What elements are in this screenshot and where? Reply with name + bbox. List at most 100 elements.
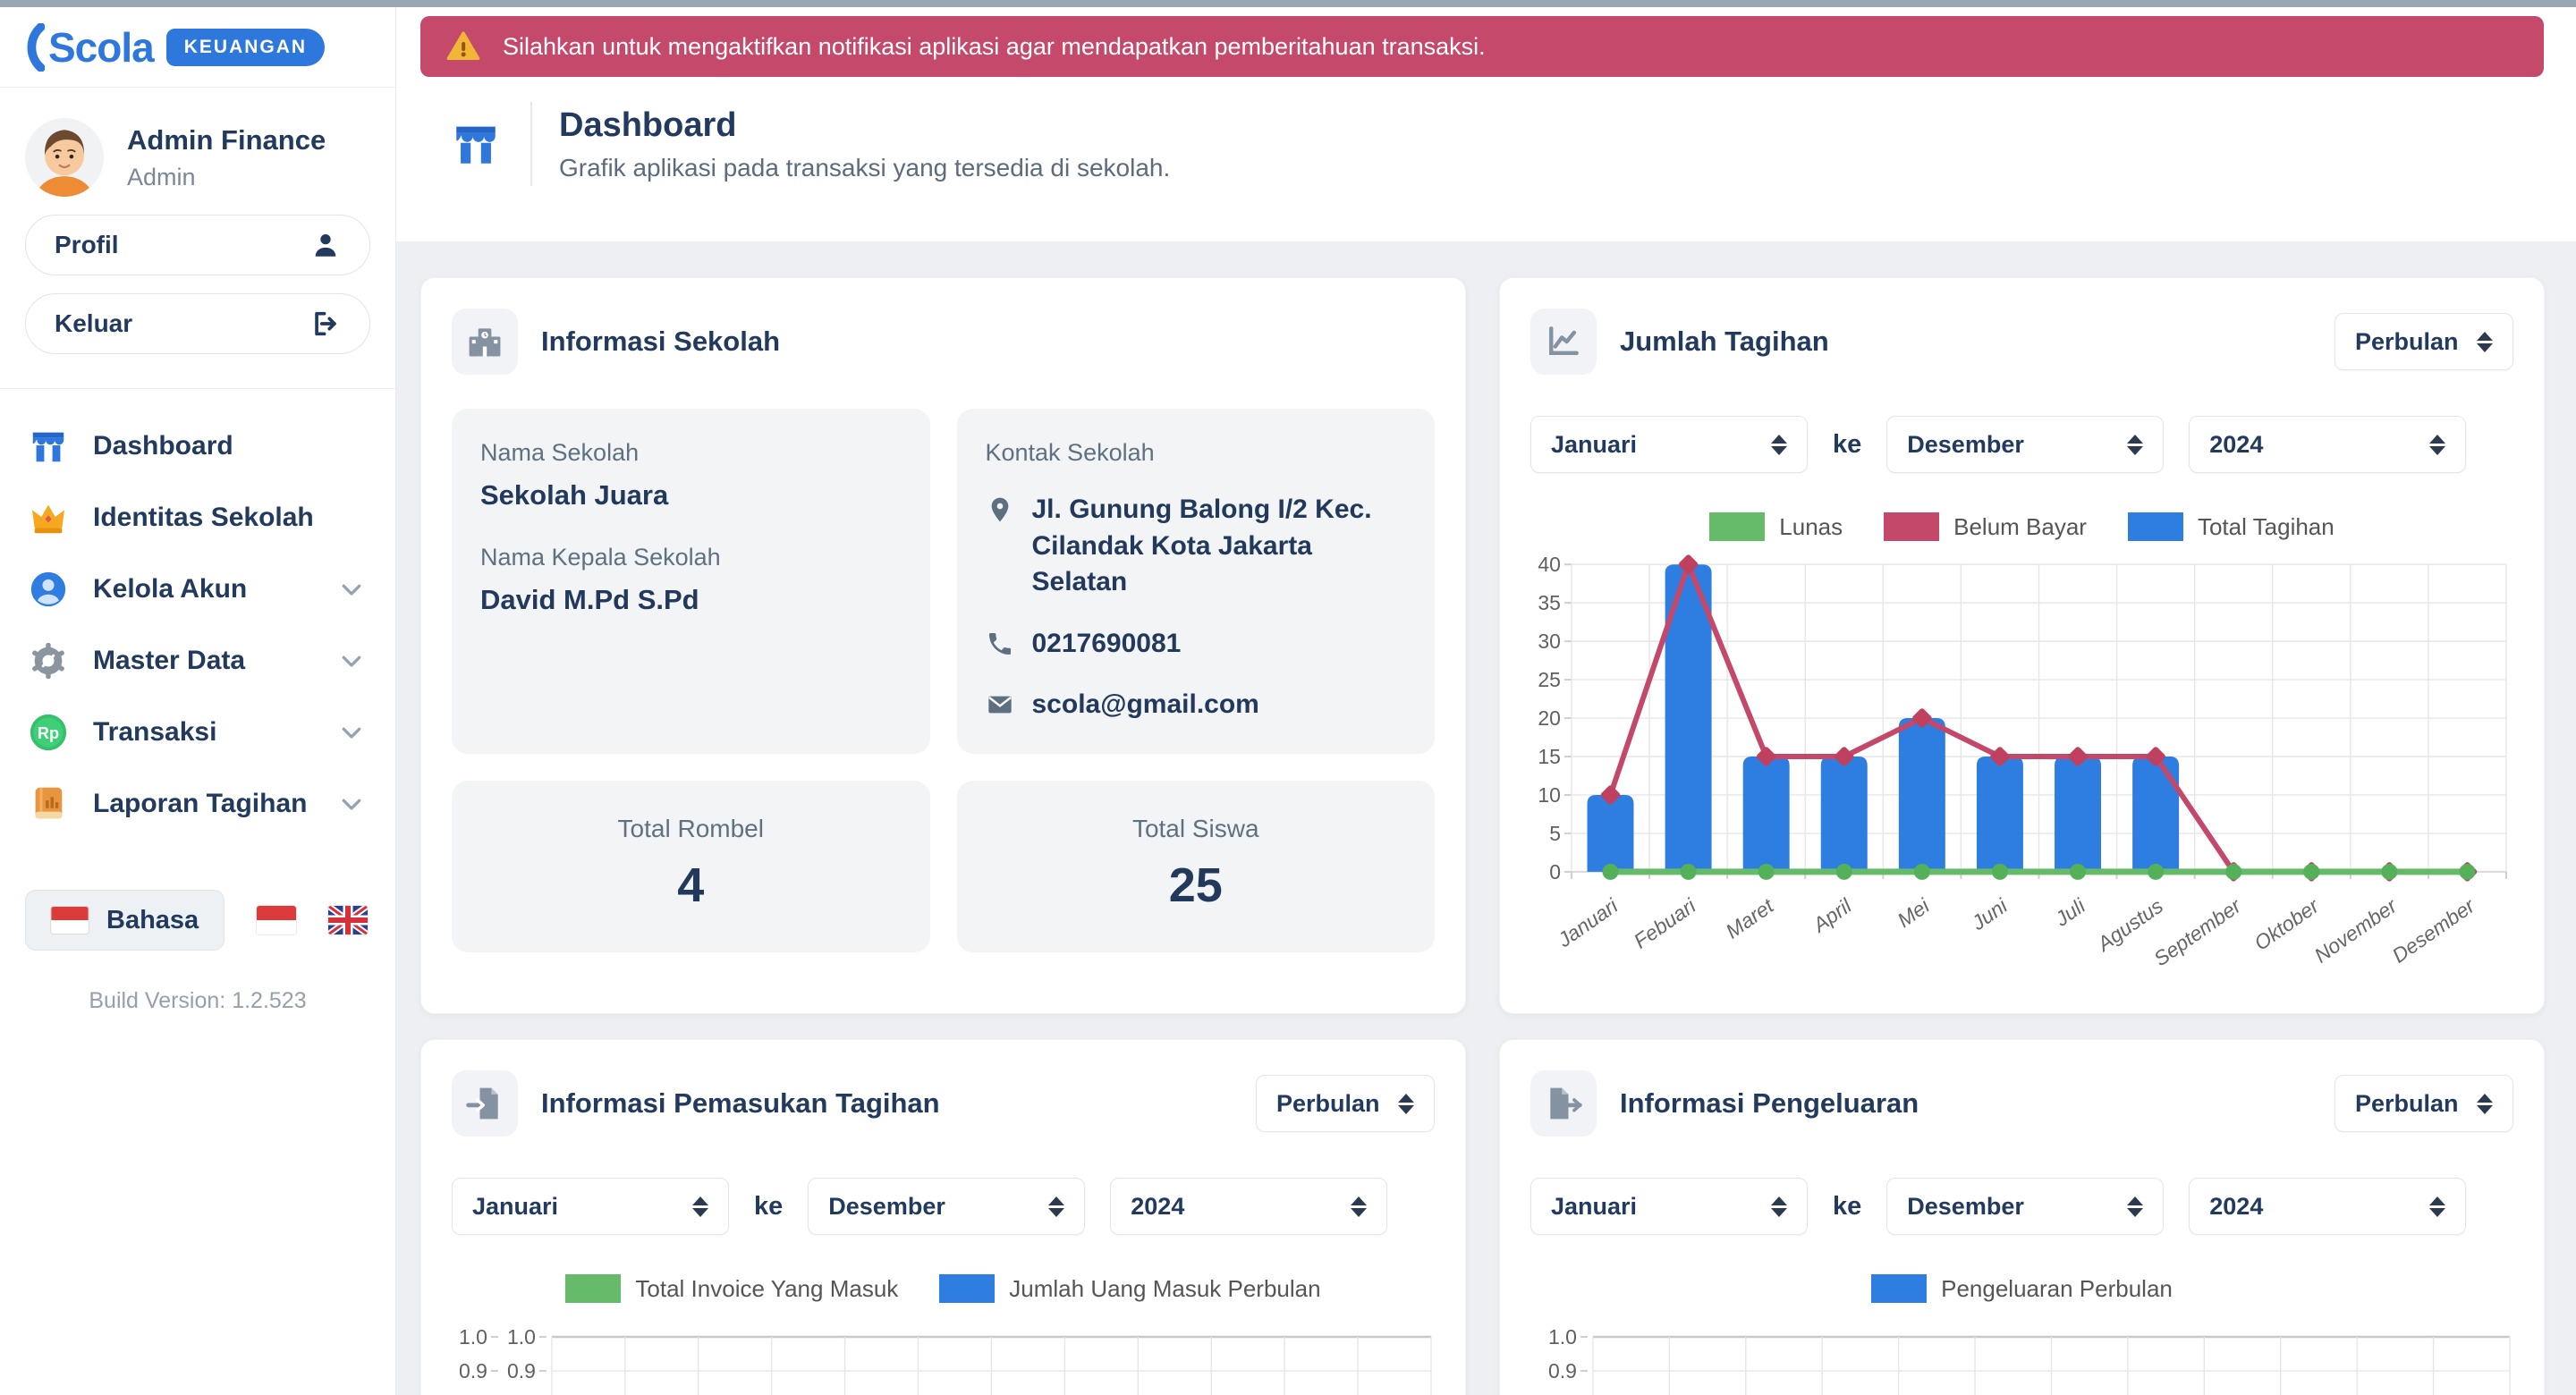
ke-label: ke [1833,1192,1861,1222]
profil-button[interactable]: Profil [25,215,370,275]
legend-swatch [1871,1274,1927,1303]
headmaster-value: David M.Pd S.Pd [480,584,902,616]
month-to-select[interactable]: Desember [1886,416,2164,473]
stat-label: Total Siswa [957,815,1436,843]
select-arrows-icon [2477,1094,2493,1114]
legend-swatch [565,1274,621,1303]
month-to-select[interactable]: Desember [808,1178,1085,1235]
pemasukan-chart: 1.01.00.90.9 [452,1328,1435,1395]
language-label: Bahasa [106,906,199,935]
chevron-down-icon [338,719,365,746]
user-circle-icon [27,568,70,611]
select-arrows-icon [2477,332,2493,352]
period-select[interactable]: Perbulan [2334,1075,2513,1132]
legend-swatch [939,1274,995,1303]
svg-text:November: November [2310,893,2402,968]
svg-text:0: 0 [1549,860,1561,884]
keluar-button[interactable]: Keluar [25,293,370,354]
school-name-box: Nama Sekolah Sekolah Juara Nama Kepala S… [452,409,930,754]
brand-logo[interactable]: Scola KEUANGAN [0,7,395,88]
svg-text:25: 25 [1538,668,1561,691]
period-select[interactable]: Perbulan [1256,1075,1435,1132]
flag-indonesia-icon[interactable] [257,906,296,934]
legend-item: Pengeluaran Perbulan [1871,1274,2173,1303]
svg-text:10: 10 [1538,783,1561,807]
svg-text:September: September [2149,893,2246,970]
legend-swatch [1884,512,1939,541]
sidebar-item-label: Kelola Akun [93,574,338,604]
page-header: Silahkan untuk mengaktifkan notifikasi a… [396,7,2576,241]
logout-icon [310,309,341,339]
flag-uk-icon[interactable] [328,906,368,934]
sidebar-item-identitas-sekolah[interactable]: Identitas Sekolah [0,482,395,554]
sidebar-menu: Dashboard Identitas Sekolah Kelola Akun … [0,389,395,840]
period-select[interactable]: Perbulan [2334,313,2513,370]
sidebar-item-kelola-akun[interactable]: Kelola Akun [0,554,395,625]
chart-line-icon [1530,309,1597,375]
school-name-value: Sekolah Juara [480,479,902,512]
month-from-select[interactable]: Januari [1530,1178,1808,1235]
total-siswa-value: 25 [957,858,1436,913]
warning-icon [445,29,481,64]
flag-indonesia-icon [51,907,89,934]
legend-label: Total Tagihan [2198,513,2334,541]
pengeluaran-filter-row: Januari ke Desember 2024 [1530,1178,2513,1235]
field-label: Nama Kepala Sekolah [480,544,902,571]
school-contact-box: Kontak Sekolah Jl. Gunung Balong I/2 Kec… [957,409,1436,754]
phone-icon [986,630,1014,658]
month-from-select[interactable]: Januari [452,1178,729,1235]
legend-item: Lunas [1709,512,1843,541]
phone-row: 0217690081 [986,626,1407,663]
pemasukan-card: Informasi Pemasukan Tagihan Perbulan Jan… [420,1039,1466,1395]
tagihan-chart: 0510152025303540JanuariFebuariMaretApril… [1530,550,2513,975]
sidebar-item-laporan-tagihan[interactable]: Laporan Tagihan [0,768,395,840]
sidebar-item-label: Dashboard [93,431,365,461]
month-to-value: Desember [1907,431,2024,459]
year-select[interactable]: 2024 [1110,1178,1387,1235]
legend-label: Pengeluaran Perbulan [1941,1275,2173,1303]
month-from-value: Januari [472,1193,558,1221]
svg-text:40: 40 [1538,553,1561,576]
sidebar-item-label: Laporan Tagihan [93,789,338,819]
gear-icon [27,639,70,682]
pemasukan-chart-legend: Total Invoice Yang MasukJumlah Uang Masu… [452,1274,1435,1303]
alert-text: Silahkan untuk mengaktifkan notifikasi a… [503,33,1486,61]
profil-button-label: Profil [55,231,119,259]
month-to-select[interactable]: Desember [1886,1178,2164,1235]
svg-text:Febuari: Febuari [1630,893,1700,952]
legend-label: Lunas [1779,513,1843,541]
crown-icon [27,496,70,539]
informasi-sekolah-card: Informasi Sekolah Nama Sekolah Sekolah J… [420,277,1466,1014]
sidebar-item-dashboard[interactable]: Dashboard [0,410,395,482]
sidebar-item-master-data[interactable]: Master Data [0,625,395,697]
address-row: Jl. Gunung Balong I/2 Kec. Cilandak Kota… [986,492,1407,601]
total-rombel-box: Total Rombel 4 [452,781,930,952]
pengeluaran-chart-legend: Pengeluaran Perbulan [1530,1274,2513,1303]
sidebar: Scola KEUANGAN Admin Finance Admin Profi… [0,7,396,1395]
month-from-value: Januari [1551,431,1637,459]
year-select[interactable]: 2024 [2189,1178,2466,1235]
invoice-in-icon [452,1070,518,1137]
card-title: Jumlah Tagihan [1620,326,2311,358]
language-selector[interactable]: Bahasa [25,890,225,951]
select-arrows-icon [2429,1196,2445,1217]
sidebar-item-transaksi[interactable]: Rp Transaksi [0,697,395,768]
svg-text:35: 35 [1538,591,1561,614]
svg-text:Juli: Juli [2050,893,2090,931]
storefront-icon [448,118,504,170]
jumlah-tagihan-card: Jumlah Tagihan Perbulan Januari ke Desem… [1499,277,2545,1014]
svg-text:Juni: Juni [1967,893,2012,935]
page-title: Dashboard [559,106,1170,145]
svg-text:Rp: Rp [38,724,59,742]
legend-item: Total Tagihan [2128,512,2334,541]
year-value: 2024 [1131,1193,1184,1221]
select-arrows-icon [1771,435,1787,455]
ke-label: ke [754,1192,783,1222]
month-from-select[interactable]: Januari [1530,416,1808,473]
month-from-value: Januari [1551,1193,1637,1221]
language-row: Bahasa [0,840,395,951]
year-select[interactable]: 2024 [2189,416,2466,473]
user-profile: Admin Finance Admin [0,88,395,197]
invoice-out-icon [1530,1070,1597,1137]
svg-text:1.0: 1.0 [1548,1328,1577,1348]
